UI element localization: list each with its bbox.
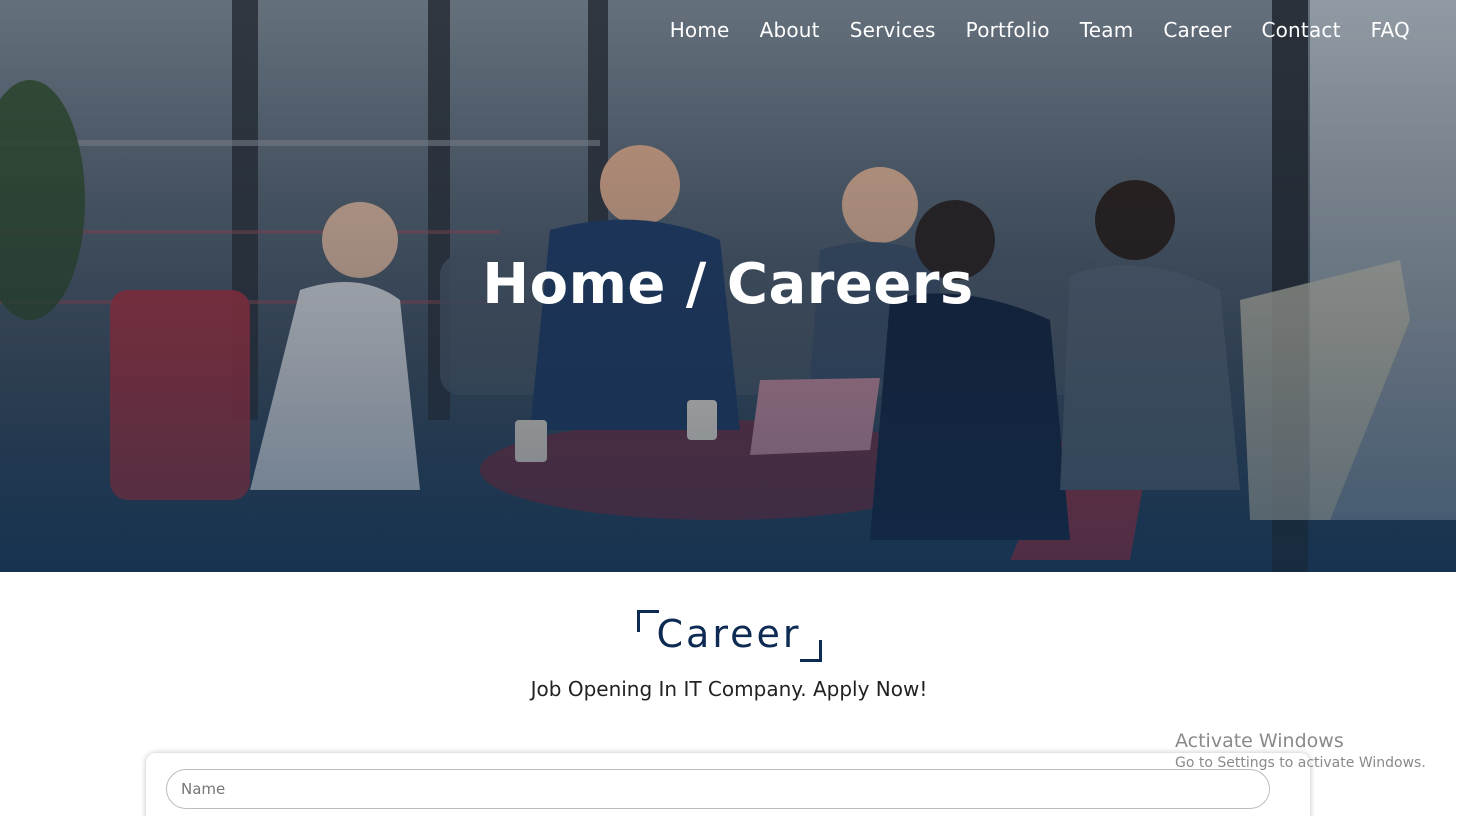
- hero-breadcrumb-title: Home / Careers: [482, 252, 974, 317]
- main-nav: Home About Services Portfolio Team Caree…: [670, 18, 1410, 42]
- activate-windows-hint: Go to Settings to activate Windows.: [1175, 755, 1426, 771]
- name-input[interactable]: [166, 769, 1270, 809]
- nav-contact[interactable]: Contact: [1261, 18, 1340, 42]
- nav-team[interactable]: Team: [1080, 18, 1134, 42]
- nav-about[interactable]: About: [760, 18, 820, 42]
- nav-career[interactable]: Career: [1163, 18, 1231, 42]
- bracket-top-left-decoration: [636, 610, 659, 632]
- career-heading-text: Career: [656, 612, 802, 656]
- career-subtitle: Job Opening In IT Company. Apply Now!: [530, 677, 928, 701]
- hero-banner: Home About Services Portfolio Team Caree…: [0, 0, 1456, 572]
- career-section-heading: Career: [0, 608, 1458, 662]
- windows-activation-watermark: Activate Windows Go to Settings to activ…: [1175, 730, 1426, 771]
- activate-windows-title: Activate Windows: [1175, 730, 1344, 752]
- nav-portfolio[interactable]: Portfolio: [966, 18, 1050, 42]
- bracket-bottom-right-decoration: [799, 640, 822, 662]
- nav-services[interactable]: Services: [850, 18, 936, 42]
- career-application-form: [146, 753, 1310, 816]
- nav-faq[interactable]: FAQ: [1371, 18, 1410, 42]
- nav-home[interactable]: Home: [670, 18, 730, 42]
- career-heading-frame: Career: [636, 608, 822, 662]
